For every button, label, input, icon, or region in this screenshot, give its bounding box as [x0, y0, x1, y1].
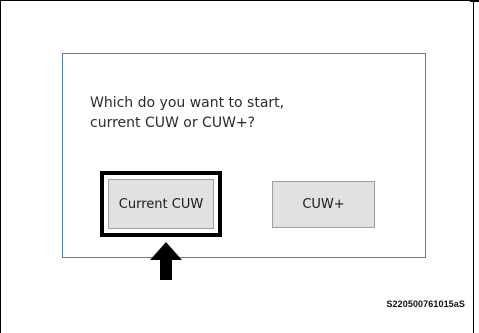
prompt-line-2: current CUW or CUW+?	[90, 115, 256, 131]
cuw-plus-button[interactable]: CUW+	[272, 181, 375, 228]
prompt-line-1: Which do you want to start,	[90, 95, 285, 111]
dialog-prompt: Which do you want to start, current CUW …	[90, 93, 390, 133]
figure-code-label: S220500761015aS	[386, 299, 465, 309]
current-cuw-button[interactable]: Current CUW	[108, 179, 214, 229]
highlight-frame: Current CUW	[100, 171, 222, 237]
frame-corner-mark	[470, 0, 479, 2]
up-arrow-icon	[150, 242, 182, 280]
start-selection-dialog: Which do you want to start, current CUW …	[62, 53, 426, 258]
